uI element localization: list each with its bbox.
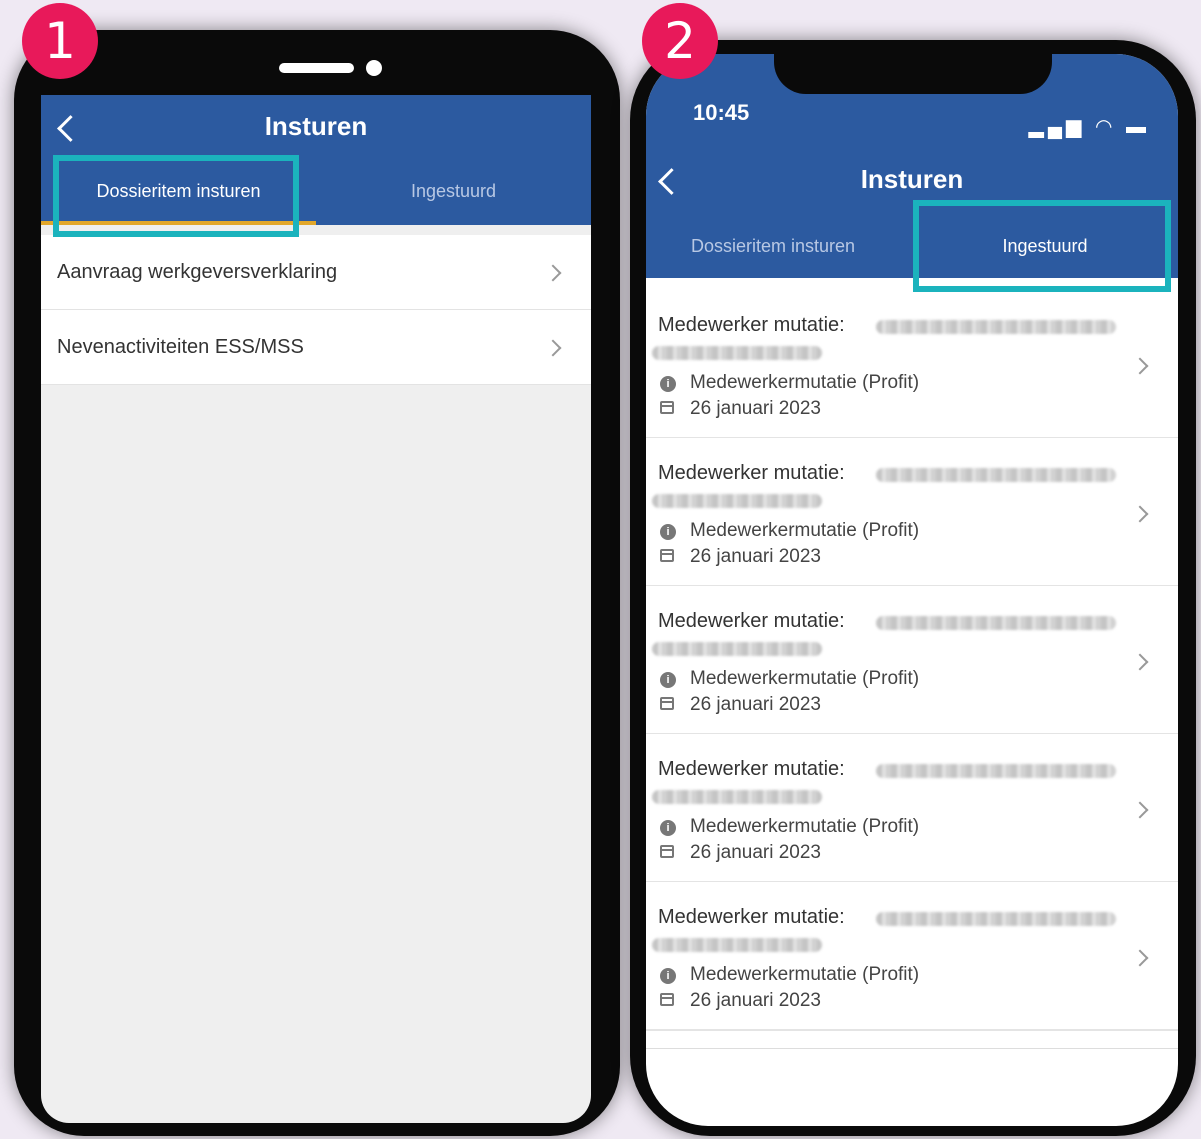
status-icons: ▂▄▆ ◠ ▬ [1028,114,1150,139]
redacted-text [652,938,822,952]
item-type: Medewerkermutatie (Profit) [690,964,920,985]
item-title: Medewerker mutatie: [658,906,845,928]
redacted-text [876,912,1116,926]
redacted-text [876,468,1116,482]
front-camera [366,60,382,76]
submitted-item[interactable]: Medewerker mutatie: i Medewerkermutatie … [646,882,1178,1031]
list-item-label: Aanvraag werkgeversverklaring [57,261,338,283]
submitted-item[interactable]: Medewerker mutatie: i Medewerkermutatie … [646,586,1178,735]
info-icon: i [660,672,676,688]
item-type: Medewerkermutatie (Profit) [690,372,920,393]
chevron-right-icon [1131,949,1149,967]
page-title: Insturen [264,111,368,141]
item-type: Medewerkermutatie (Profit) [690,520,920,541]
redacted-text [652,642,822,656]
calendar-icon [660,401,674,414]
info-icon: i [660,968,676,984]
list-divider [646,1048,1178,1049]
item-date: 26 januari 2023 [690,546,821,567]
chevron-right-icon [544,339,562,357]
item-title: Medewerker mutatie: [658,462,845,484]
chevron-right-icon [1131,801,1149,819]
battery-icon: ▬ [1126,116,1150,138]
redacted-text [652,494,822,508]
tab-ingestuurd[interactable]: Ingestuurd [316,181,591,202]
screen-1: Insturen Dossieritem insturen Ingestuurd… [41,95,591,1123]
signal-icon: ▂▄▆ [1028,116,1086,138]
step-badge-1: 1 [22,3,98,79]
highlight-frame-tab-2 [913,200,1171,292]
chevron-right-icon [1131,357,1149,375]
redacted-text [876,320,1116,334]
redacted-text [652,790,822,804]
list-item[interactable]: Nevenactiviteiten ESS/MSS [41,310,591,385]
list-item[interactable]: Aanvraag werkgeversverklaring [41,235,591,310]
item-type: Medewerkermutatie (Profit) [690,668,920,689]
info-icon: i [660,820,676,836]
chevron-right-icon [1131,505,1149,523]
item-date: 26 januari 2023 [690,842,821,863]
item-date: 26 januari 2023 [690,694,821,715]
item-title: Medewerker mutatie: [658,610,845,632]
device-notch [774,54,1052,94]
submitted-item[interactable]: Medewerker mutatie: i Medewerkermutatie … [646,290,1178,439]
submitted-item[interactable]: Medewerker mutatie: i Medewerkermutatie … [646,438,1178,587]
highlight-frame-tab-1 [53,155,299,237]
submitted-item[interactable]: Medewerker mutatie: i Medewerkermutatie … [646,734,1178,883]
wifi-icon: ◠ [1094,116,1117,138]
status-time: 10:45 [693,100,750,125]
info-icon: i [660,524,676,540]
tab-dossieritem-insturen[interactable]: Dossieritem insturen [646,236,900,257]
item-type: Medewerkermutatie (Profit) [690,816,920,837]
info-icon: i [660,376,676,392]
calendar-icon [660,845,674,858]
calendar-icon [660,549,674,562]
chevron-right-icon [544,264,562,282]
item-date: 26 januari 2023 [690,398,821,419]
item-title: Medewerker mutatie: [658,758,845,780]
speaker-grille [279,63,354,73]
step-badge-2: 2 [642,3,718,79]
redacted-text [876,616,1116,630]
item-date: 26 januari 2023 [690,990,821,1011]
calendar-icon [660,993,674,1006]
list-item-label: Nevenactiviteiten ESS/MSS [57,336,304,358]
redacted-text [652,346,822,360]
calendar-icon [660,697,674,710]
item-title: Medewerker mutatie: [658,314,845,336]
redacted-text [876,764,1116,778]
page-title: Insturen [860,164,964,194]
chevron-right-icon [1131,653,1149,671]
